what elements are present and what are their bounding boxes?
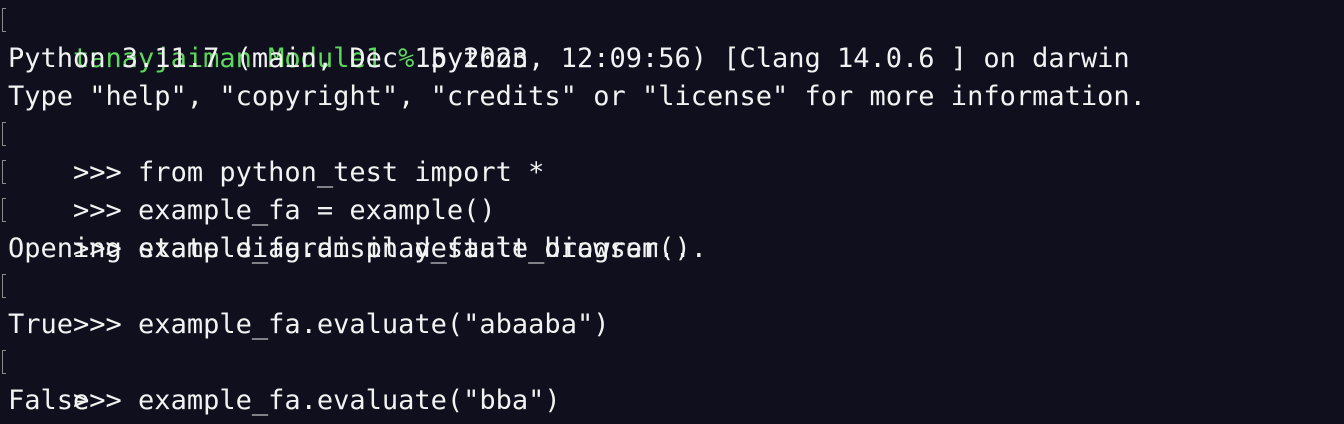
line-marker — [2, 274, 6, 298]
repl-input-line-display: >>> example_fa.display_state_diagram() — [2, 192, 1344, 264]
terminal-window[interactable]: tanayjaiman Module1 % python Python 3.11… — [0, 0, 1344, 424]
output-line-python-version: Python 3.11.7 (main, Dec 15 2023, 12:09:… — [8, 43, 1130, 74]
repl-input-line-import: >>> from python_test import * — [2, 116, 1344, 188]
output-line-help-info: Type "help", "copyright", "credits" or "… — [8, 81, 1146, 112]
line-marker — [2, 350, 6, 374]
repl-input-line-evaluate-1: >>> example_fa.evaluate("abaaba") — [2, 268, 1344, 340]
line-marker — [2, 8, 6, 32]
repl-input-line-create: >>> example_fa = example() — [2, 154, 1344, 226]
repl-input-line-evaluate-2: >>> example_fa.evaluate("bba") — [2, 344, 1344, 416]
line-marker — [2, 122, 6, 146]
line-marker — [2, 198, 6, 222]
output-line-opening: Opening state diagram in default browser… — [8, 233, 707, 264]
line-marker — [2, 160, 6, 184]
output-line-false: False — [8, 385, 90, 416]
shell-prompt-line: tanayjaiman Module1 % python — [2, 2, 1344, 74]
output-line-true: True — [8, 309, 74, 340]
